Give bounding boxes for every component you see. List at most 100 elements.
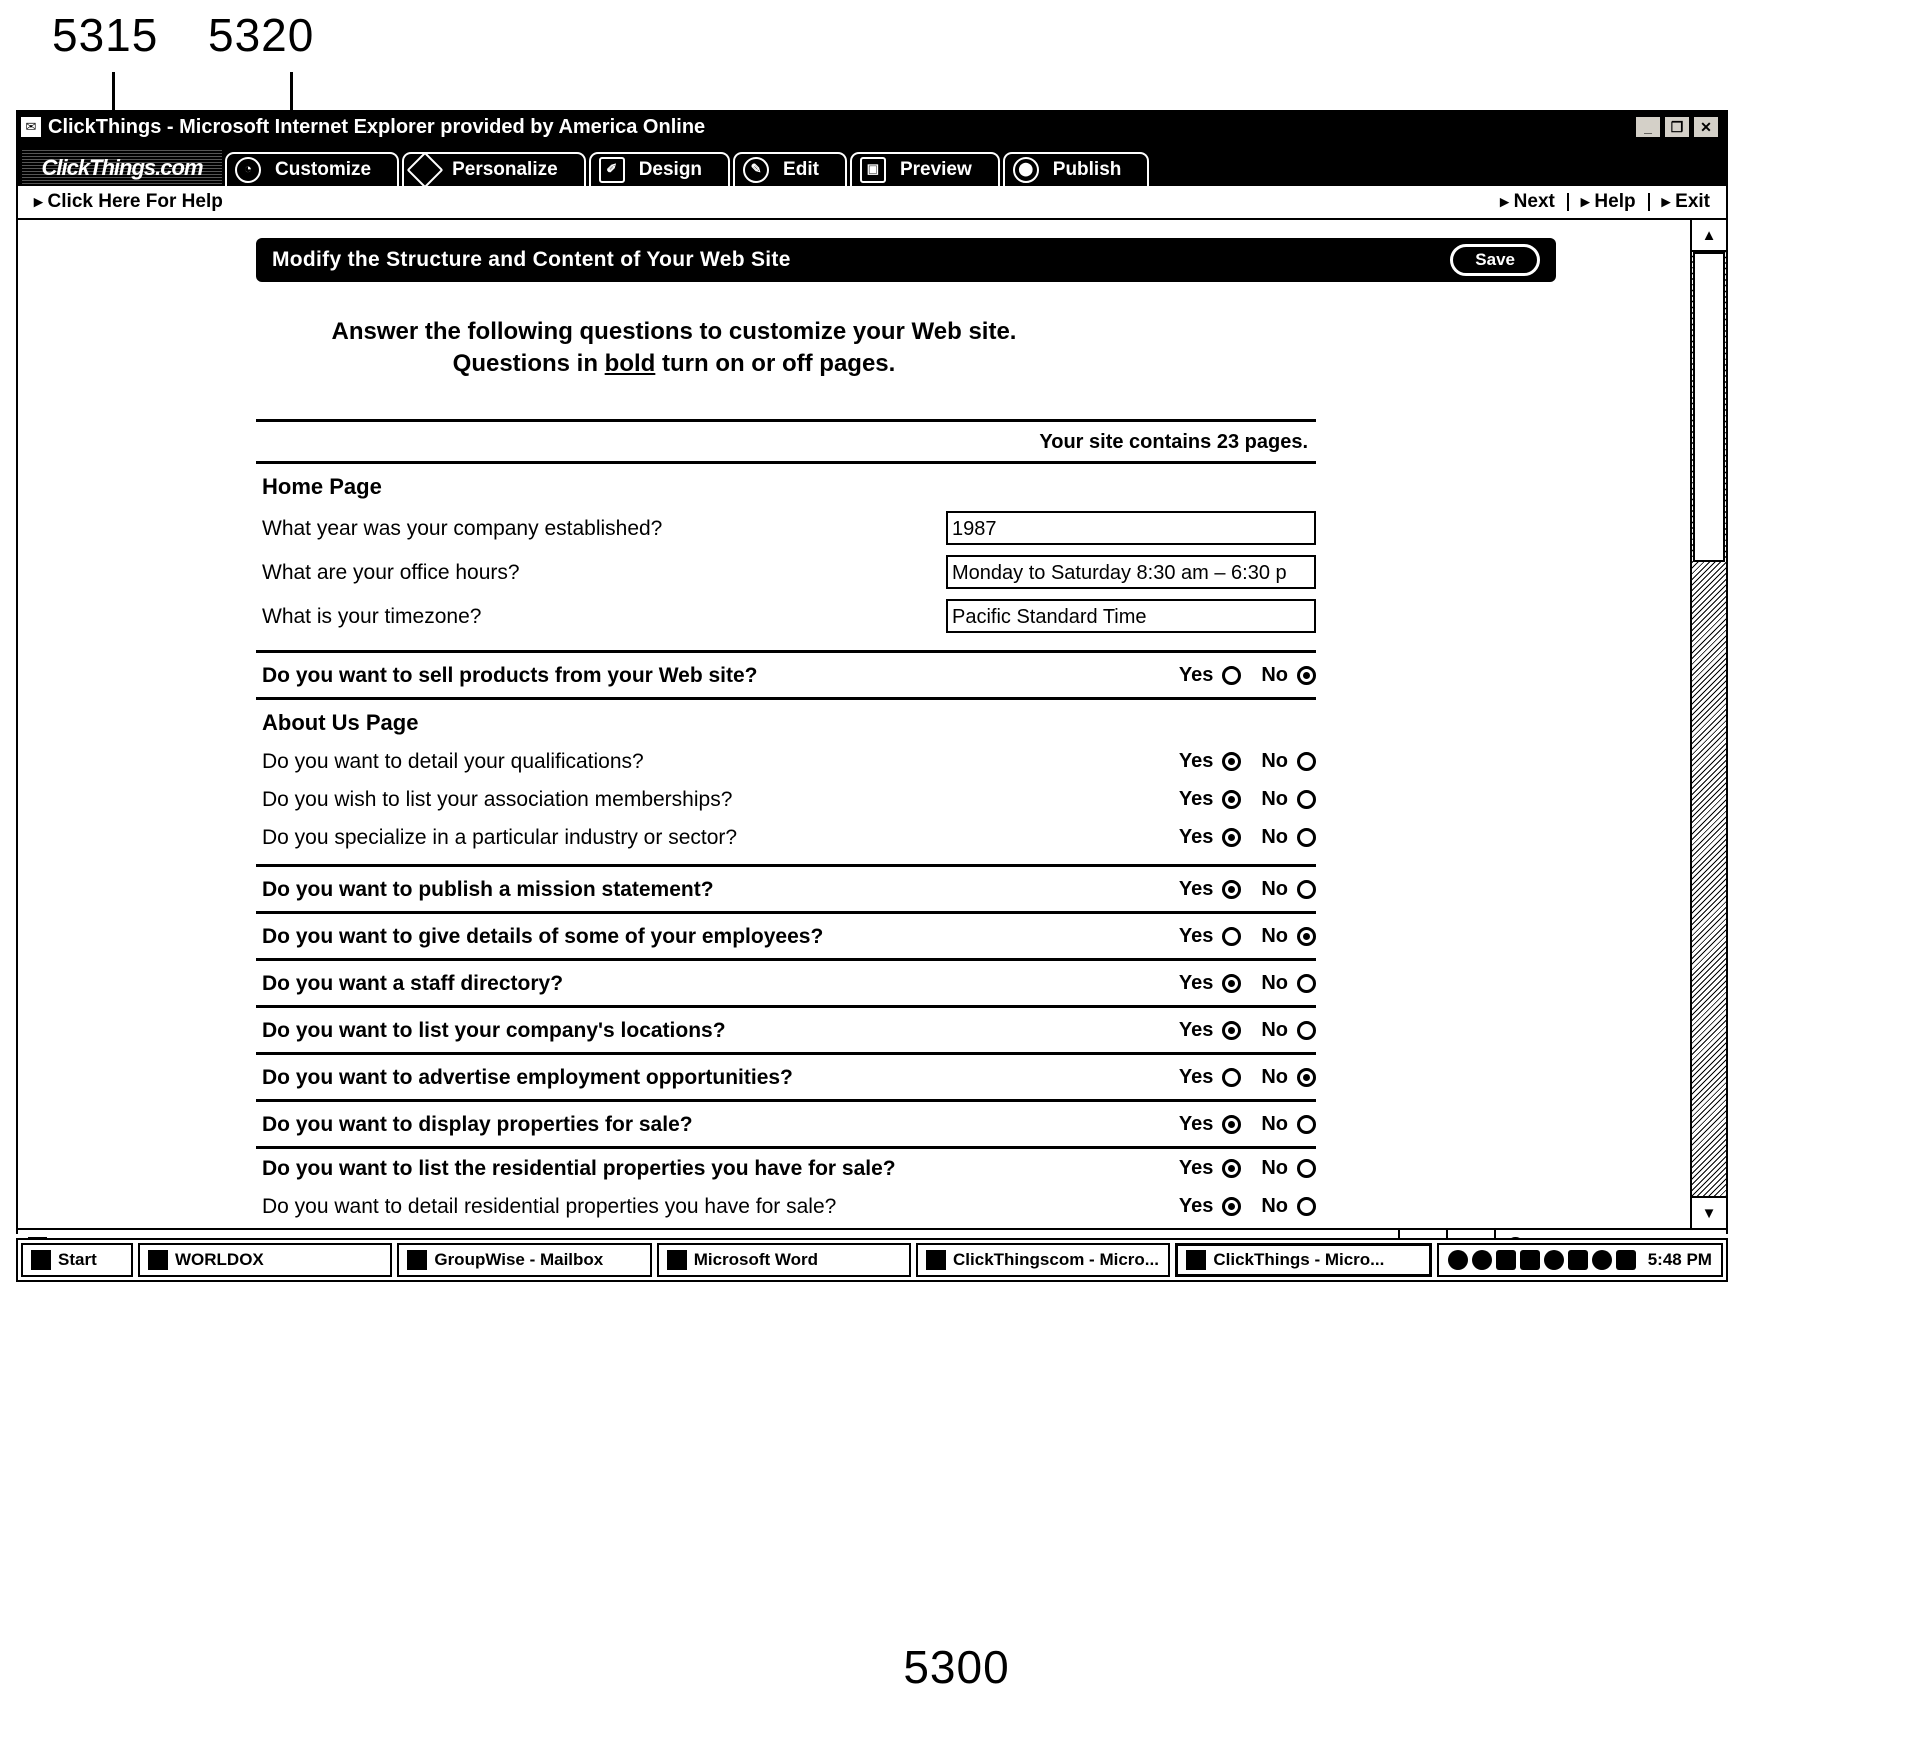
- radio-yes[interactable]: [1222, 973, 1242, 993]
- yes-no-group: Yes No: [1126, 925, 1316, 948]
- tab-publish[interactable]: ⬤ Publish: [1002, 152, 1150, 186]
- radio-yes[interactable]: [1222, 827, 1242, 847]
- antivirus-icon[interactable]: [1519, 1250, 1540, 1270]
- question-row-employment-opportunities: Do you want to advertise employment oppo…: [256, 1055, 1316, 1099]
- yes-no-group: Yes No: [1126, 972, 1316, 995]
- tab-design[interactable]: ✐ Design: [588, 152, 731, 186]
- radio-yes[interactable]: [1222, 879, 1242, 899]
- mail-icon[interactable]: [1495, 1250, 1516, 1270]
- tab-personalize[interactable]: Personalize: [402, 151, 586, 189]
- users-icon[interactable]: [1567, 1250, 1588, 1270]
- timezone-input[interactable]: Pacific Standard Time: [946, 599, 1316, 634]
- restore-button[interactable]: ❐: [1664, 116, 1690, 138]
- intro-line-2: Questions in bold turn on or off pages.: [18, 348, 1330, 380]
- scrollbar-thumb[interactable]: [1693, 252, 1725, 562]
- window-titlebar: ✉ ClickThings - Microsoft Internet Explo…: [18, 112, 1726, 142]
- radio-yes[interactable]: [1222, 1196, 1242, 1216]
- no-label: No: [1261, 1065, 1288, 1088]
- question-row-memberships: Do you wish to list your association mem…: [256, 780, 1316, 818]
- network-icon[interactable]: [1471, 1250, 1492, 1270]
- yes-label: Yes: [1178, 924, 1214, 947]
- radio-yes[interactable]: [1222, 1158, 1242, 1178]
- question-label: Do you specialize in a particular indust…: [262, 825, 738, 849]
- radio-yes[interactable]: [1222, 751, 1242, 771]
- taskbar-item-worldox[interactable]: WORLDOX: [138, 1243, 393, 1277]
- year-established-input[interactable]: 1987: [946, 511, 1316, 546]
- next-link[interactable]: Next: [1500, 191, 1555, 213]
- intro-text: Answer the following questions to custom…: [18, 316, 1690, 379]
- divider: [1566, 193, 1569, 211]
- minimize-button[interactable]: _: [1635, 116, 1661, 138]
- intro-line-1: Answer the following questions to custom…: [331, 318, 1017, 345]
- question-label: Do you want a staff directory?: [262, 971, 564, 995]
- radio-no[interactable]: [1297, 789, 1316, 809]
- radio-no[interactable]: [1297, 973, 1316, 993]
- tray-clock[interactable]: 5:48 PM: [1648, 1250, 1712, 1270]
- clock-icon[interactable]: [1591, 1250, 1612, 1270]
- radio-yes[interactable]: [1222, 1067, 1242, 1087]
- tab-edit[interactable]: ✎ Edit: [733, 152, 847, 186]
- question-label: Do you want to detail residential proper…: [262, 1194, 837, 1218]
- intro-line-2-before: Questions in: [452, 349, 605, 377]
- question-row-staff-directory: Do you want a staff directory? Yes No: [256, 961, 1316, 1005]
- tab-customize[interactable]: ◔ Customize: [225, 152, 400, 186]
- click-here-for-help-link[interactable]: Click Here For Help: [34, 191, 1500, 213]
- publish-icon: ⬤: [1012, 157, 1039, 183]
- word-icon: [666, 1250, 687, 1270]
- yes-label: Yes: [1178, 971, 1214, 994]
- radio-yes[interactable]: [1222, 1114, 1242, 1134]
- radio-no[interactable]: [1297, 1067, 1316, 1087]
- radio-no[interactable]: [1297, 665, 1316, 685]
- office-hours-input[interactable]: Monday to Saturday 8:30 am – 6:30 p: [946, 555, 1316, 590]
- radio-no[interactable]: [1297, 751, 1316, 771]
- no-label: No: [1261, 787, 1288, 810]
- taskbar-item-label: Microsoft Word: [693, 1250, 819, 1269]
- no-label: No: [1261, 1194, 1288, 1217]
- radio-no[interactable]: [1297, 1158, 1316, 1178]
- save-button[interactable]: Save: [1450, 244, 1540, 276]
- yes-no-group: Yes No: [1126, 1066, 1316, 1089]
- volume-icon[interactable]: [1447, 1250, 1468, 1270]
- tab-preview[interactable]: ▣ Preview: [849, 152, 1000, 186]
- start-button[interactable]: Start: [21, 1243, 133, 1277]
- taskbar-item-groupwise[interactable]: GroupWise - Mailbox: [397, 1243, 652, 1277]
- radio-no[interactable]: [1297, 1114, 1316, 1134]
- radio-no[interactable]: [1297, 1020, 1316, 1040]
- no-label: No: [1261, 971, 1288, 994]
- wizard-helpbar: Click Here For Help Next Help Exit: [18, 186, 1726, 220]
- helpbar-actions: Next Help Exit: [1500, 191, 1710, 213]
- vertical-scrollbar[interactable]: ▲ ▼: [1690, 220, 1726, 1228]
- windows-flag-icon: [31, 1250, 51, 1270]
- yes-label: Yes: [1178, 787, 1214, 810]
- language-en-icon[interactable]: [1615, 1250, 1636, 1270]
- clickthings-logo[interactable]: ClickThings.com: [22, 150, 222, 186]
- scrollbar-track[interactable]: [1692, 252, 1726, 1196]
- radio-yes[interactable]: [1222, 789, 1242, 809]
- tab-preview-label: Preview: [899, 159, 972, 180]
- question-label: What is your timezone?: [262, 604, 482, 628]
- scroll-up-icon[interactable]: ▲: [1692, 220, 1726, 252]
- close-button[interactable]: ✕: [1693, 116, 1719, 138]
- no-label: No: [1261, 924, 1288, 947]
- yes-label: Yes: [1178, 1156, 1214, 1179]
- help-link[interactable]: Help: [1581, 191, 1635, 213]
- scroll-down-icon[interactable]: ▼: [1692, 1196, 1726, 1228]
- taskbar-item-clickthings-active[interactable]: ClickThings - Micro...: [1175, 1243, 1432, 1277]
- radio-yes[interactable]: [1222, 665, 1242, 685]
- ie-document-icon: ✉: [21, 117, 41, 137]
- radio-no[interactable]: [1297, 879, 1316, 899]
- taskbar-item-label: GroupWise - Mailbox: [434, 1250, 604, 1269]
- exit-link[interactable]: Exit: [1662, 191, 1710, 213]
- radio-no[interactable]: [1297, 926, 1316, 946]
- taskbar-item-word[interactable]: Microsoft Word: [656, 1243, 912, 1277]
- yes-no-group: Yes No: [1126, 1157, 1316, 1180]
- radio-yes[interactable]: [1222, 1020, 1242, 1040]
- yes-label: Yes: [1178, 749, 1214, 772]
- question-label: Do you want to advertise employment oppo…: [262, 1065, 793, 1089]
- radio-yes[interactable]: [1222, 926, 1242, 946]
- taskbar-item-clickthingscom[interactable]: ClickThingscom - Micro...: [916, 1243, 1171, 1277]
- modem-icon[interactable]: [1543, 1250, 1564, 1270]
- radio-no[interactable]: [1297, 827, 1316, 847]
- radio-no[interactable]: [1297, 1196, 1316, 1216]
- groupwise-icon: [407, 1250, 428, 1270]
